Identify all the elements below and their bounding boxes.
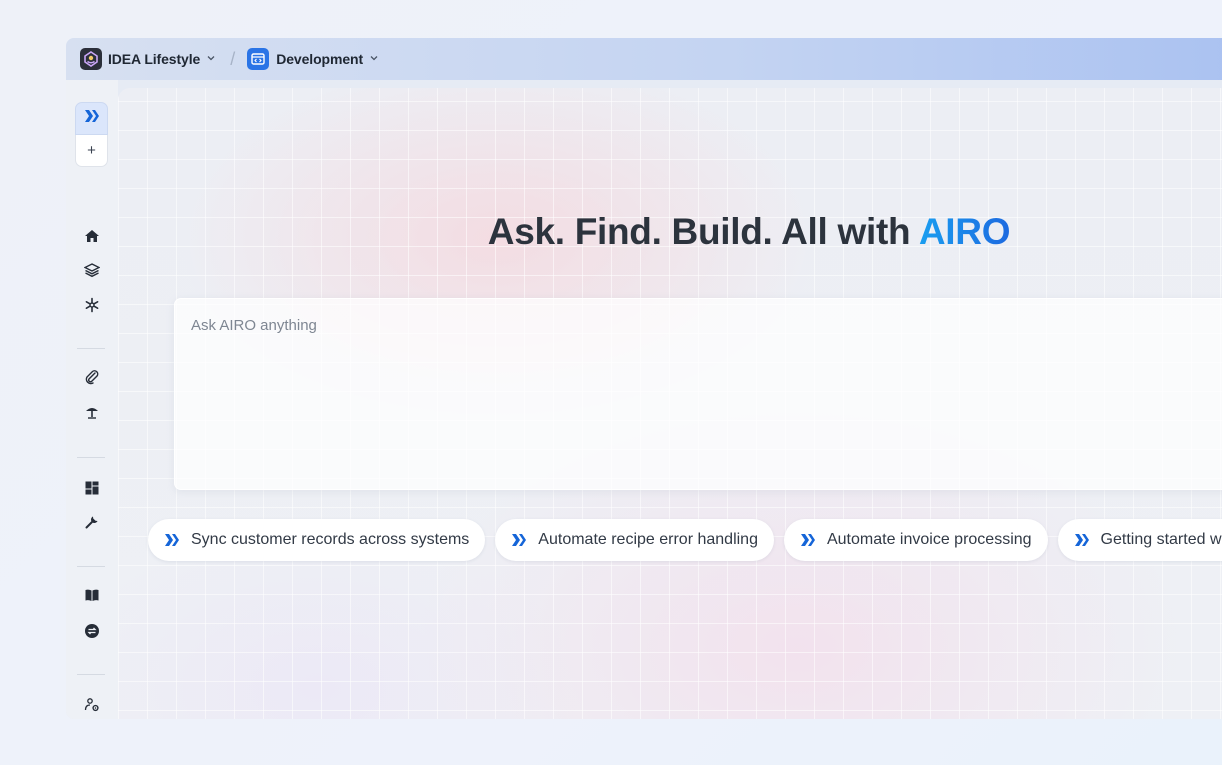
home-icon [84, 228, 100, 249]
code-window-icon [247, 48, 270, 70]
sidebar-item-dashboard[interactable] [75, 473, 109, 507]
breadcrumb-separator: / [230, 48, 236, 69]
chevron-down-icon [369, 50, 379, 68]
sidebar: + [66, 80, 118, 719]
sidebar-divider [77, 457, 105, 458]
sidebar-divider [77, 674, 105, 675]
chevron-down-icon [206, 50, 216, 68]
paperclip-icon [84, 369, 100, 390]
suggestion-chip[interactable]: Automate invoice processing [783, 519, 1048, 561]
sidebar-item-attachments[interactable] [75, 362, 109, 396]
expand-sidebar-button[interactable] [75, 102, 108, 135]
sidebar-item-home[interactable] [75, 221, 109, 255]
new-chat-button[interactable]: + [75, 135, 108, 167]
environment-selector[interactable]: Development [247, 38, 379, 80]
app-window: IDEA Lifestyle / Development + Ask. Find… [66, 38, 1222, 719]
swap-icon [84, 623, 100, 644]
sidebar-item-tools[interactable] [75, 507, 109, 541]
suggestion-label: Automate invoice processing [826, 531, 1032, 548]
sidebar-divider [77, 348, 105, 349]
headline-brand: AIRO [918, 211, 1011, 252]
user-settings-icon [84, 697, 100, 718]
airo-chevrons-icon [83, 108, 101, 129]
suggestion-label: Getting started with [1100, 531, 1222, 548]
sidebar-divider [77, 566, 105, 567]
book-icon [84, 587, 100, 608]
suggestion-label: Automate recipe error handling [538, 531, 758, 548]
snowflake-icon [84, 297, 100, 318]
prompt-box [174, 298, 1222, 490]
sidebar-item-layers[interactable] [75, 255, 109, 289]
environment-name: Development [276, 51, 364, 67]
suggestion-chip[interactable]: Getting started with [1057, 519, 1222, 561]
suggestion-chips: Sync customer records across systems Aut… [148, 519, 1222, 561]
workspace-selector[interactable]: IDEA Lifestyle [80, 38, 216, 80]
suggestion-label: Sync customer records across systems [191, 531, 470, 548]
suggestion-chip[interactable]: Sync customer records across systems [148, 519, 486, 561]
airo-chevrons-icon [509, 532, 529, 548]
sidebar-item-docs[interactable] [75, 580, 109, 614]
workspace-logo-icon [80, 48, 102, 70]
sidebar-item-user-settings[interactable] [75, 690, 109, 719]
airo-chevrons-icon [162, 532, 182, 548]
layers-icon [83, 262, 101, 283]
prompt-input[interactable] [175, 299, 1222, 489]
workspace-name: IDEA Lifestyle [108, 51, 201, 67]
sidebar-item-transfers[interactable] [75, 616, 109, 650]
main-panel: Ask. Find. Build. All with AIRO Sync cus… [118, 88, 1222, 719]
broom-icon [84, 404, 100, 425]
airo-chevrons-icon [798, 532, 818, 548]
wrench-icon [84, 514, 100, 535]
dashboard-icon [84, 480, 100, 501]
airo-chevrons-icon [1072, 532, 1092, 548]
sidebar-item-cleanup[interactable] [75, 397, 109, 431]
page-headline: Ask. Find. Build. All with AIRO [118, 211, 1222, 253]
suggestion-chip[interactable]: Automate recipe error handling [495, 519, 774, 561]
sidebar-item-snowflake[interactable] [75, 290, 109, 324]
top-bar: IDEA Lifestyle / Development [66, 38, 1222, 80]
headline-text: Ask. Find. Build. All with [487, 211, 911, 252]
